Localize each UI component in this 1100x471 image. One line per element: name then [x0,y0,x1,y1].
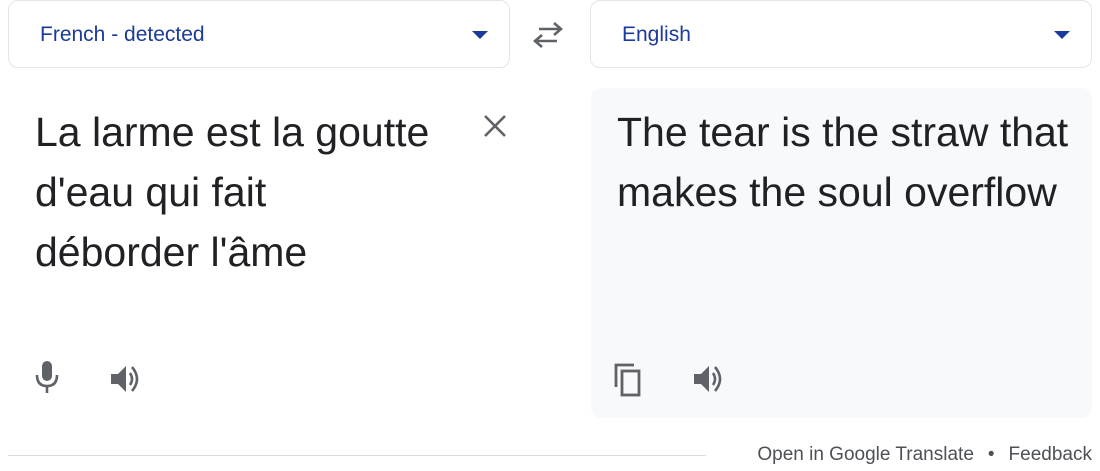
source-language-select[interactable]: French - detected [8,0,510,68]
translate-widget: French - detected English La larme est l… [0,0,1100,471]
microphone-icon [35,361,59,393]
source-text-input[interactable]: La larme est la goutte d'eau qui fait dé… [35,102,435,282]
footer-links: Open in Google Translate • Feedback [757,444,1092,466]
listen-source-button[interactable] [106,362,146,396]
caret-down-icon [472,31,488,39]
clear-text-button[interactable] [480,111,510,141]
speaker-icon [694,366,722,392]
copy-icon [614,363,641,397]
target-language-label: English [622,23,691,46]
close-icon [484,115,506,137]
listen-translation-button[interactable] [689,362,729,396]
footer-separator: • [987,444,995,465]
copy-translation-button[interactable] [611,360,645,400]
source-language-label: French - detected [40,23,205,46]
voice-input-button[interactable] [30,358,64,396]
footer-divider [8,455,706,456]
target-language-select[interactable]: English [590,0,1092,68]
open-in-google-translate-link[interactable]: Open in Google Translate [757,444,974,465]
swap-languages-button[interactable] [530,19,566,51]
swap-arrows-icon [533,22,563,48]
translation-output-panel: The tear is the straw that makes the sou… [591,88,1092,418]
translated-text: The tear is the straw that makes the sou… [617,109,1069,215]
speaker-icon [111,366,139,392]
feedback-link[interactable]: Feedback [1009,444,1092,465]
caret-down-icon [1054,31,1070,39]
